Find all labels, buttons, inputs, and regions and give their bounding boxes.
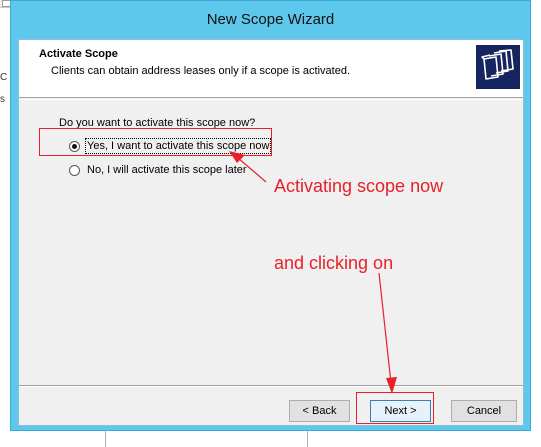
activation-question: Do you want to activate this scope now?: [59, 117, 256, 129]
folder-stack-icon: [476, 45, 520, 89]
background-text: C: [0, 72, 8, 83]
page-title: Activate Scope: [39, 48, 118, 60]
wizard-header: Activate Scope Clients can obtain addres…: [19, 40, 523, 98]
wizard-client-area: Activate Scope Clients can obtain addres…: [18, 39, 524, 426]
radio-activate-now[interactable]: Yes, I want to activate this scope now: [69, 138, 272, 154]
back-button[interactable]: < Back: [289, 400, 350, 422]
annotation-label: Activating scope now: [274, 176, 444, 196]
window-title[interactable]: New Scope Wizard: [11, 1, 530, 39]
annotation-label: and clicking on: [274, 253, 394, 273]
radio-label[interactable]: Yes, I want to activate this scope now: [84, 138, 272, 154]
wizard-window: New Scope Wizard Activate Scope Clients …: [10, 0, 531, 431]
background-text: s: [0, 94, 5, 105]
radio-button[interactable]: [69, 164, 80, 176]
next-button[interactable]: Next >: [370, 400, 431, 422]
cancel-button[interactable]: Cancel: [451, 400, 517, 422]
radio-label[interactable]: No, I will activate this scope later: [87, 164, 247, 176]
background-bottom-strip: [0, 431, 541, 447]
radio-activate-later[interactable]: No, I will activate this scope later: [69, 164, 247, 176]
page-subtitle: Clients can obtain address leases only i…: [51, 65, 350, 77]
background-panel: C s: [0, 8, 10, 447]
radio-button[interactable]: [69, 140, 80, 152]
